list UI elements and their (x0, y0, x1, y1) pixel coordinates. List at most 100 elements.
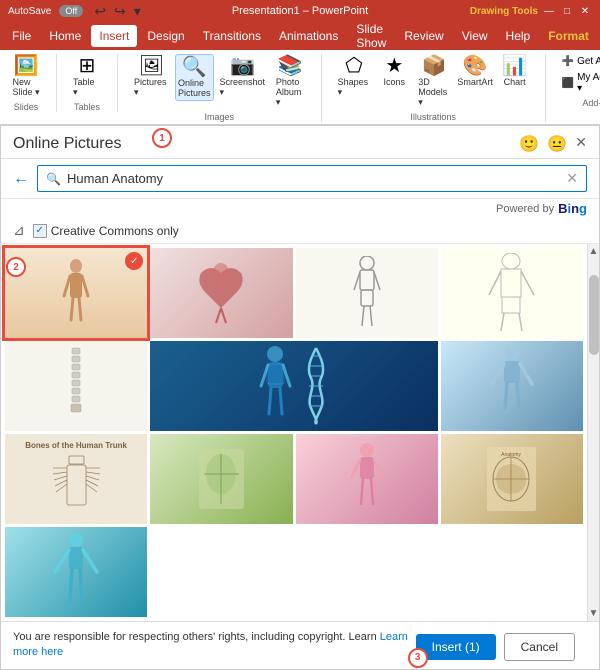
photo-album-icon: 📚 (278, 56, 303, 76)
cancel-button[interactable]: Cancel (504, 633, 575, 661)
illustrations-group-label: Illustrations (410, 112, 456, 122)
dialog-header-icons: 🙂 😐 ✕ (519, 134, 587, 154)
smiley-icon[interactable]: 🙂 (519, 134, 539, 154)
screenshot-button[interactable]: 📷 Screenshot ▾ (216, 54, 270, 100)
step-3-badge: 3 (408, 648, 428, 668)
ribbon-group-addins: ➕ Get Add-ins ⬛ My Add-ins ▾ Add-ins (558, 54, 600, 108)
search-input[interactable] (67, 171, 566, 186)
icons-label: Icons (384, 77, 406, 87)
search-icon: 🔍 (46, 172, 61, 186)
new-slide-button[interactable]: 🖼️ NewSlide ▾ (8, 54, 44, 100)
ribbon-group-slides: 🖼️ NewSlide ▾ Slides (8, 54, 57, 112)
image-cell-5[interactable] (5, 341, 147, 431)
drawing-tools-label: Drawing Tools (470, 6, 538, 17)
image-cell-2[interactable] (150, 248, 292, 338)
search-bar: ← 🔍 ✕ (1, 159, 599, 199)
title-bar-right: Drawing Tools — □ ✕ (470, 4, 592, 18)
learn-more-link[interactable]: Learn (380, 631, 408, 643)
shapes-button[interactable]: ⬠ Shapes ▾ (334, 54, 375, 100)
photo-album-button[interactable]: 📚 PhotoAlbum ▾ (272, 54, 309, 110)
image-cell-4[interactable] (441, 248, 583, 338)
scrollbar: ▲ ▼ (587, 244, 599, 621)
menu-transitions[interactable]: Transitions (195, 25, 269, 47)
dialog-title: Online Pictures (13, 135, 122, 153)
bottom-bar: You are responsible for respecting other… (1, 621, 599, 669)
chart-button[interactable]: 📊 Chart (497, 54, 533, 89)
title-bar: AutoSave Off ↩ ↪ ▾ Presentation1 – Power… (0, 0, 600, 22)
insert-button-wrap: Insert (1) 3 (416, 634, 496, 660)
online-pictures-icon: 🔍 (182, 57, 207, 77)
menu-animations[interactable]: Animations (271, 25, 346, 47)
image-cell-7[interactable] (441, 341, 583, 431)
scroll-down-button[interactable]: ▼ (587, 606, 599, 621)
menu-home[interactable]: Home (41, 25, 89, 47)
autosave-toggle[interactable]: Off (59, 5, 83, 17)
3d-models-button[interactable]: 📦 3DModels ▾ (414, 54, 453, 110)
image-cell-6[interactable] (150, 341, 438, 431)
search-clear-button[interactable]: ✕ (566, 170, 578, 187)
back-button[interactable]: ← (13, 170, 29, 188)
redo-button[interactable]: ↪ (111, 2, 129, 21)
smartart-button[interactable]: 🎨 SmartArt (456, 54, 495, 89)
powered-by-text: Powered by (496, 203, 554, 215)
customize-button[interactable]: ▾ (131, 2, 144, 21)
menu-slideshow[interactable]: Slide Show (348, 18, 394, 54)
powered-by-bar: Powered by Bing (1, 199, 599, 218)
ribbon-group-tables: ⊞ Table ▾ Tables (69, 54, 118, 112)
search-input-wrap: 🔍 ✕ (37, 165, 587, 192)
table-button[interactable]: ⊞ Table ▾ (69, 54, 105, 100)
pictures-button[interactable]: 🖼 Pictures ▾ (130, 54, 173, 100)
ribbon: 🖼️ NewSlide ▾ Slides ⊞ Table ▾ Tables 🖼 … (0, 50, 600, 125)
icons-button[interactable]: ★ Icons (376, 54, 412, 89)
title-bar-left: AutoSave Off ↩ ↪ ▾ (8, 2, 144, 21)
insert-label: Insert (1) (432, 640, 480, 654)
dialog-settings-icon[interactable]: 😐 (547, 134, 567, 154)
undo-button[interactable]: ↩ (91, 2, 109, 21)
insert-button[interactable]: Insert (1) (416, 634, 496, 660)
new-slide-icon: 🖼️ (14, 56, 39, 76)
image-cell-3[interactable] (296, 248, 438, 338)
table-icon: ⊞ (79, 56, 96, 76)
scroll-thumb[interactable] (589, 275, 599, 355)
my-addins-label: My Add-ins ▾ (577, 72, 600, 94)
image-cell-11[interactable]: Anatomy (441, 434, 583, 524)
cc-check-indicator: ✓ (33, 224, 47, 238)
tables-group-label: Tables (74, 102, 100, 112)
menu-insert[interactable]: Insert (91, 25, 137, 47)
menu-view[interactable]: View (454, 25, 496, 47)
image-cell-9[interactable] (150, 434, 292, 524)
bottom-buttons: Insert (1) 3 Cancel (416, 633, 575, 661)
image-cell-1[interactable]: ✓ (5, 248, 147, 338)
filter-bar: ⊿ ✓ Creative Commons only (1, 218, 599, 244)
menu-help[interactable]: Help (498, 25, 539, 47)
get-addins-label: Get Add-ins (577, 56, 600, 67)
maximize-button[interactable]: □ (560, 4, 574, 18)
images-group-label: Images (205, 112, 235, 122)
image-cell-10[interactable] (296, 434, 438, 524)
my-addins-icon: ⬛ (562, 78, 574, 89)
filter-icon[interactable]: ⊿ (13, 222, 25, 239)
slides-group-label: Slides (14, 102, 39, 112)
dialog-close-button[interactable]: ✕ (575, 134, 587, 154)
app-title: Presentation1 – PowerPoint (232, 5, 368, 17)
close-button[interactable]: ✕ (578, 4, 592, 18)
my-addins-button[interactable]: ⬛ My Add-ins ▾ (558, 70, 600, 96)
menu-file[interactable]: File (4, 25, 39, 47)
image-grid: ✓ (1, 244, 587, 621)
menu-format[interactable]: Format (540, 25, 597, 47)
minimize-button[interactable]: — (542, 4, 556, 18)
image-grid-container: ✓ (1, 244, 599, 621)
3d-models-icon: 📦 (422, 56, 447, 76)
more-here-link[interactable]: more here (13, 646, 63, 658)
scroll-up-button[interactable]: ▲ (587, 244, 599, 259)
creative-commons-label: Creative Commons only (51, 224, 179, 238)
get-addins-button[interactable]: ➕ Get Add-ins (558, 54, 600, 69)
image-cell-8[interactable]: Bones of the Human Trunk (5, 434, 147, 524)
menu-review[interactable]: Review (396, 25, 451, 47)
online-pictures-button[interactable]: 🔍 OnlinePictures (175, 54, 214, 101)
bing-logo: Bing (558, 201, 587, 216)
menu-design[interactable]: Design (139, 25, 192, 47)
image-cell-12[interactable] (5, 527, 147, 617)
creative-commons-checkbox[interactable]: ✓ Creative Commons only (33, 224, 179, 238)
addins-group-label: Add-ins (582, 98, 600, 108)
